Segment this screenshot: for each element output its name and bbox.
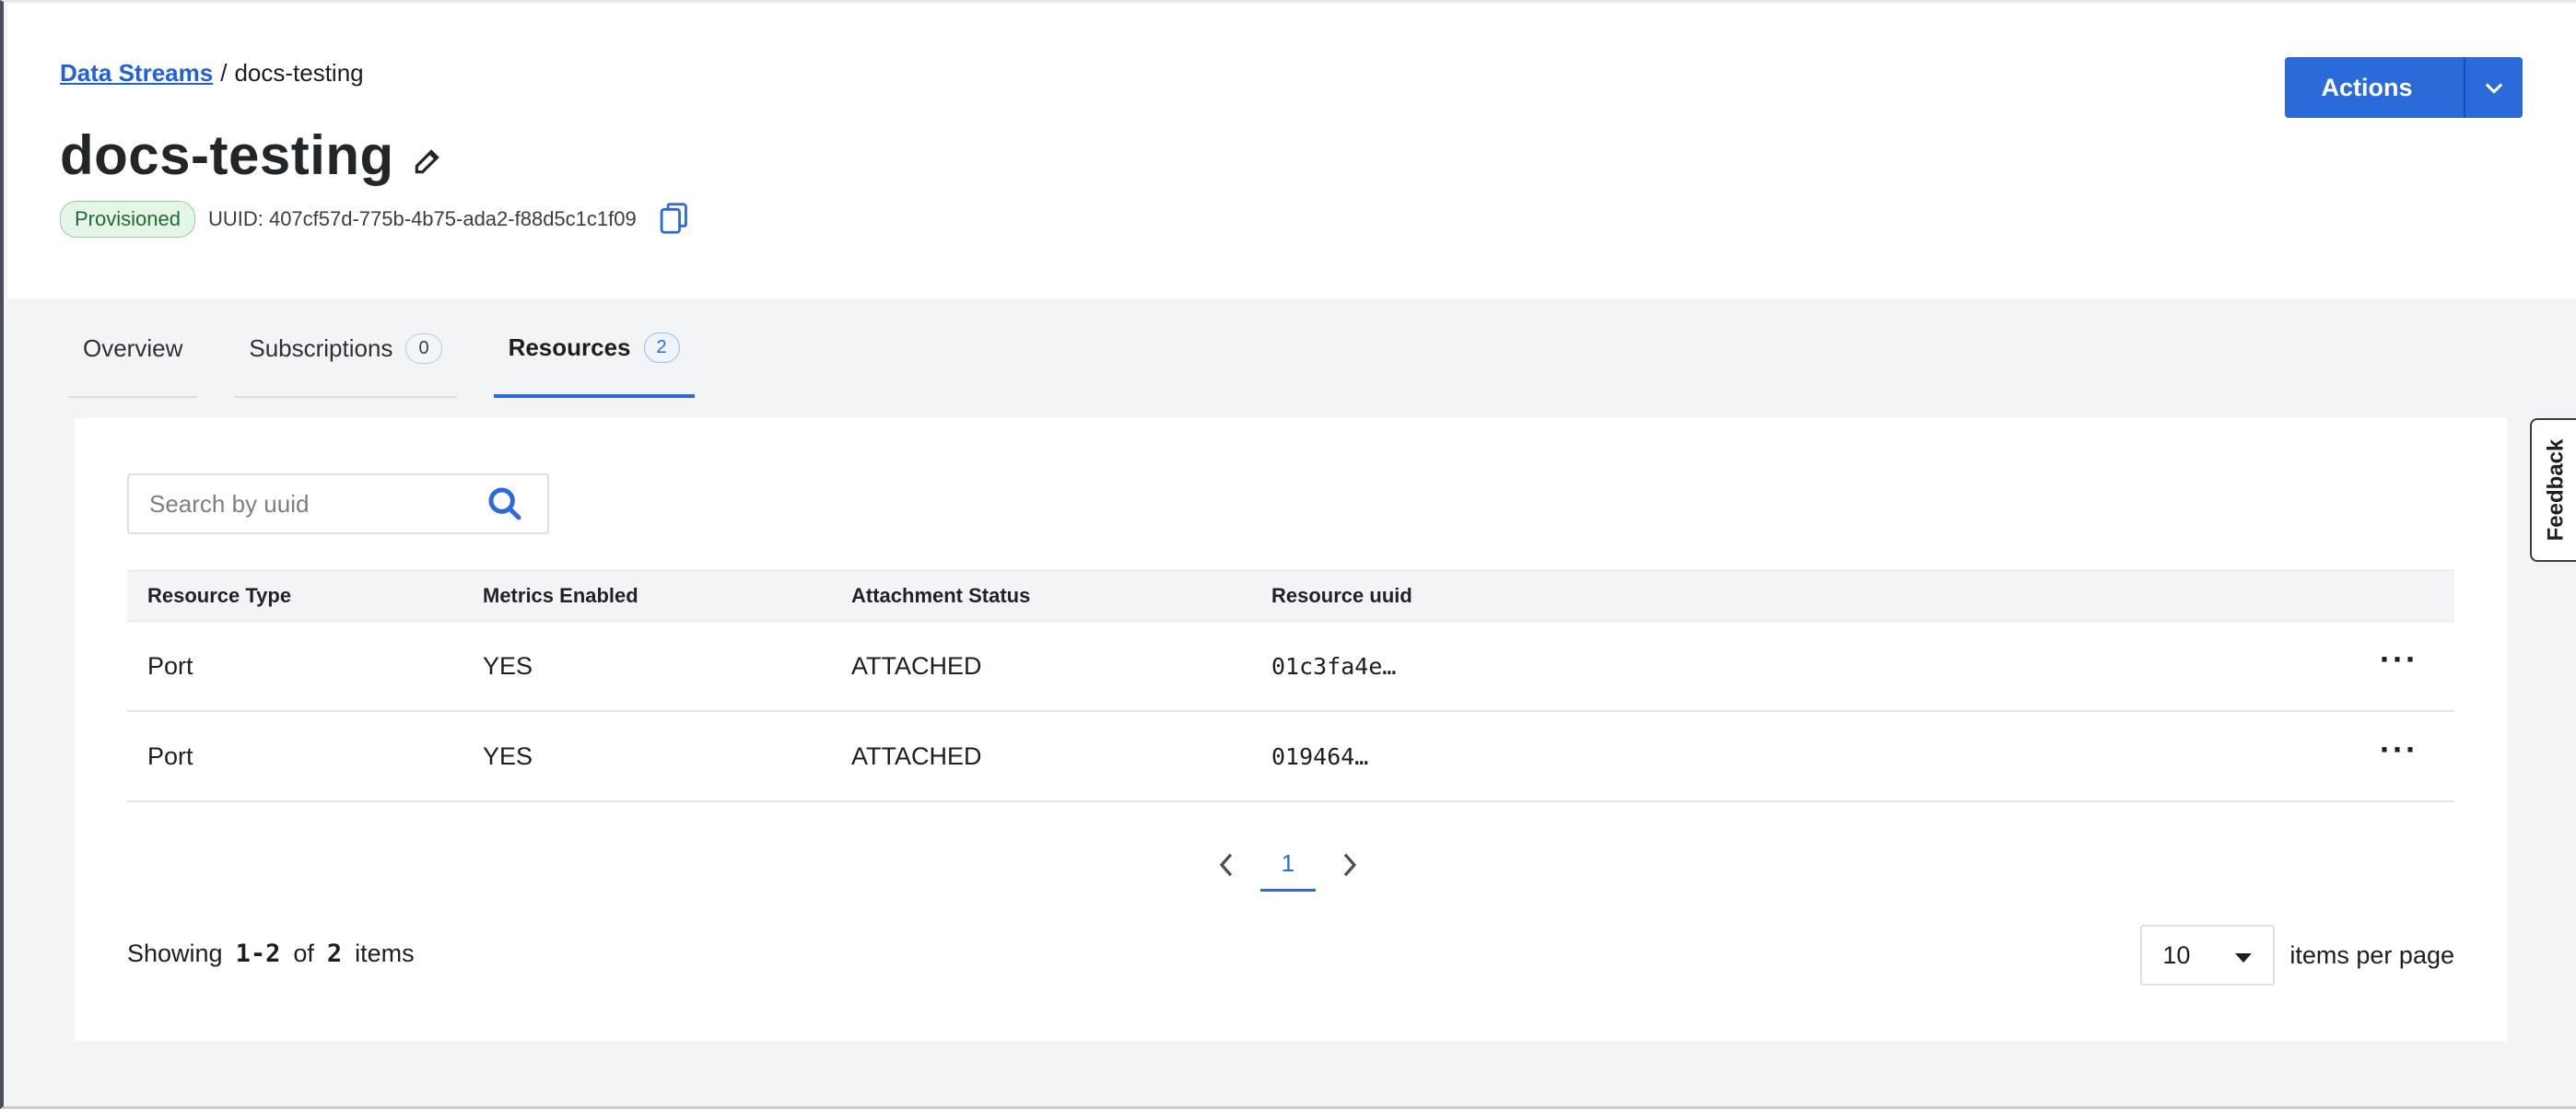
caret-down-icon (2234, 941, 2253, 970)
per-page-label: items per page (2289, 940, 2454, 969)
tab-resources[interactable]: Resources 2 (493, 300, 695, 398)
breadcrumb: Data Streams / docs-testing (60, 59, 364, 88)
resources-panel: Resource Type Metrics Enabled Attachment… (75, 418, 2507, 1041)
tab-label: Overview (83, 333, 183, 362)
cell-metrics-enabled: YES (483, 651, 533, 680)
chevron-down-icon[interactable] (2465, 57, 2523, 118)
tab-label: Resources (508, 333, 631, 361)
column-header-metrics-enabled: Metrics Enabled (483, 584, 638, 607)
search-icon[interactable] (486, 485, 523, 522)
title-row: docs-testing (60, 123, 446, 187)
actions-button[interactable]: Actions (2285, 57, 2523, 118)
cell-attachment-status: ATTACHED (851, 651, 982, 680)
breadcrumb-separator: / (220, 59, 228, 87)
table-header: Resource Type Metrics Enabled Attachment… (127, 570, 2454, 622)
cell-metrics-enabled: YES (483, 741, 533, 770)
page-title: docs-testing (60, 124, 394, 186)
more-horizontal-icon: ··· (2380, 730, 2418, 768)
column-header-attachment-status: Attachment Status (851, 584, 1031, 607)
column-header-resource-type: Resource Type (147, 584, 292, 607)
tab-overview[interactable]: Overview (68, 300, 198, 398)
tab-count-badge: 0 (405, 333, 442, 364)
cell-resource-type: Port (147, 651, 193, 680)
app-frame: Data Streams / docs-testing docs-testing… (0, 0, 2576, 1109)
breadcrumb-current: docs-testing (234, 59, 364, 87)
chevron-right-icon[interactable] (1336, 846, 1364, 883)
table-row: Port YES ATTACHED 01c3fa4e… ··· (127, 622, 2454, 712)
column-header-resource-uuid: Resource uuid (1271, 584, 1412, 607)
cell-resource-type: Port (147, 741, 193, 770)
summary-suffix: items (355, 940, 415, 967)
uuid-text: UUID: 407cf57d-775b-4b75-ada2-f88d5c1c1f… (207, 207, 637, 230)
tab-bar: Overview Subscriptions 0 Resources 2 (68, 298, 732, 398)
search-input[interactable] (129, 489, 486, 519)
summary-prefix: Showing (127, 940, 223, 967)
copy-icon[interactable] (659, 202, 692, 237)
chevron-left-icon[interactable] (1212, 846, 1240, 883)
feedback-tab[interactable]: Feedback (2530, 418, 2576, 562)
search-box (127, 473, 549, 534)
breadcrumb-link-data-streams[interactable]: Data Streams (60, 59, 213, 88)
cell-resource-uuid[interactable]: 019464… (1251, 743, 2344, 770)
resources-table: Resource Type Metrics Enabled Attachment… (127, 570, 2454, 802)
meta-row: Provisioned UUID: 407cf57d-775b-4b75-ada… (60, 201, 692, 238)
per-page-control: 10 items per page (2140, 925, 2454, 986)
row-actions-menu[interactable]: ··· (2344, 730, 2454, 769)
feedback-label: Feedback (2543, 438, 2568, 542)
page-number-current[interactable]: 1 (1260, 838, 1316, 892)
edit-icon[interactable] (411, 143, 446, 178)
page-header: Data Streams / docs-testing docs-testing… (7, 4, 2576, 298)
tab-subscriptions[interactable]: Subscriptions 0 (234, 300, 457, 398)
actions-label: Actions (2321, 73, 2413, 101)
summary-total: 2 (326, 940, 343, 968)
row-actions-menu[interactable]: ··· (2344, 640, 2454, 679)
tab-label: Subscriptions (249, 333, 393, 362)
cell-resource-uuid[interactable]: 01c3fa4e… (1251, 653, 2344, 680)
status-badge: Provisioned (60, 201, 195, 238)
per-page-select[interactable]: 10 (2140, 925, 2276, 986)
summary-range: 1-2 (235, 940, 281, 968)
summary-of: of (293, 940, 314, 967)
cell-attachment-status: ATTACHED (851, 741, 982, 770)
pagination: 1 (1212, 838, 1364, 892)
table-row: Port YES ATTACHED 019464… ··· (127, 712, 2454, 802)
per-page-value: 10 (2162, 940, 2191, 969)
items-summary: Showing 1-2 of 2 items (127, 940, 415, 968)
more-horizontal-icon: ··· (2380, 640, 2418, 678)
tab-count-badge: 2 (643, 332, 680, 363)
